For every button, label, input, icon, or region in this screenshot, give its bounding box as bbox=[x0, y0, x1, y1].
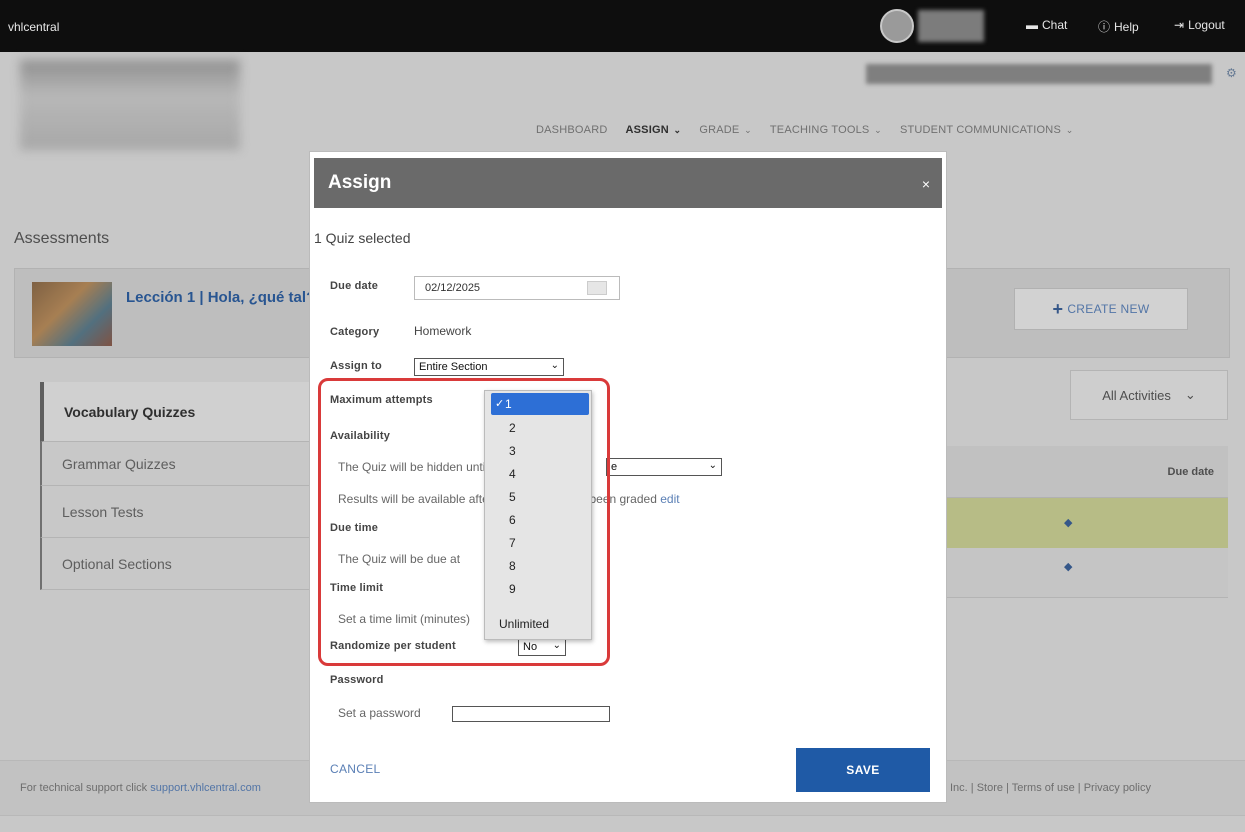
password-text: Set a password bbox=[338, 706, 421, 720]
max-attempts-option[interactable]: 4 bbox=[485, 463, 591, 485]
chevron-down-icon: ⌄ bbox=[708, 460, 717, 471]
help-link[interactable]: ⓘ Help bbox=[1098, 18, 1139, 35]
results-edit-link[interactable]: edit bbox=[660, 492, 679, 506]
max-attempts-option[interactable]: 7 bbox=[485, 532, 591, 554]
save-button[interactable]: SAVE bbox=[796, 748, 930, 792]
max-attempts-option[interactable]: ✓ 1 bbox=[491, 393, 589, 415]
avatar[interactable] bbox=[880, 9, 914, 43]
category-value: Homework bbox=[414, 324, 472, 338]
max-attempts-option[interactable]: Unlimited bbox=[485, 613, 591, 635]
top-bar: vhlcentral ▬ Chat ⓘ Help ⇥ Logout bbox=[0, 0, 1245, 52]
close-icon[interactable]: × bbox=[922, 176, 930, 192]
calendar-icon[interactable] bbox=[587, 281, 607, 295]
assign-to-label: Assign to bbox=[330, 360, 382, 372]
due-date-field[interactable]: 02/12/2025 bbox=[414, 276, 620, 300]
due-date-label: Due date bbox=[330, 280, 379, 292]
availability-select[interactable]: e ⌄ bbox=[606, 458, 722, 476]
logout-icon: ⇥ bbox=[1174, 18, 1185, 32]
max-attempts-option[interactable]: 9 bbox=[485, 578, 591, 600]
assign-modal: Assign × 1 Quiz selected Due date 02/12/… bbox=[310, 152, 946, 802]
chevron-down-icon: ⌄ bbox=[550, 360, 559, 371]
chat-icon: ▬ bbox=[1026, 18, 1038, 32]
username-redacted bbox=[918, 10, 984, 42]
assign-to-select[interactable]: Entire Section ⌄ bbox=[414, 358, 564, 376]
max-attempts-option[interactable]: 6 bbox=[485, 509, 591, 531]
logout-link[interactable]: ⇥ Logout bbox=[1174, 18, 1225, 32]
cancel-button[interactable]: CANCEL bbox=[330, 762, 380, 776]
help-icon: ⓘ bbox=[1098, 20, 1111, 34]
max-attempts-option[interactable]: 5 bbox=[485, 486, 591, 508]
category-label: Category bbox=[330, 326, 380, 338]
max-attempts-option[interactable]: 2 bbox=[485, 417, 591, 439]
max-attempts-option[interactable]: 3 bbox=[485, 440, 591, 462]
modal-title: Assign bbox=[328, 172, 392, 193]
modal-header: Assign × bbox=[314, 158, 942, 208]
max-attempts-dropdown[interactable]: ✓ 1 2 3 4 5 6 7 8 9 Unlimited bbox=[484, 390, 592, 640]
chat-link[interactable]: ▬ Chat bbox=[1026, 18, 1067, 32]
password-label: Password bbox=[330, 674, 384, 686]
password-input[interactable] bbox=[452, 706, 610, 722]
selected-count: 1 Quiz selected bbox=[314, 230, 411, 246]
brand-logo[interactable]: vhlcentral bbox=[8, 20, 59, 34]
check-icon: ✓ bbox=[495, 398, 505, 410]
max-attempts-option[interactable]: 8 bbox=[485, 555, 591, 577]
